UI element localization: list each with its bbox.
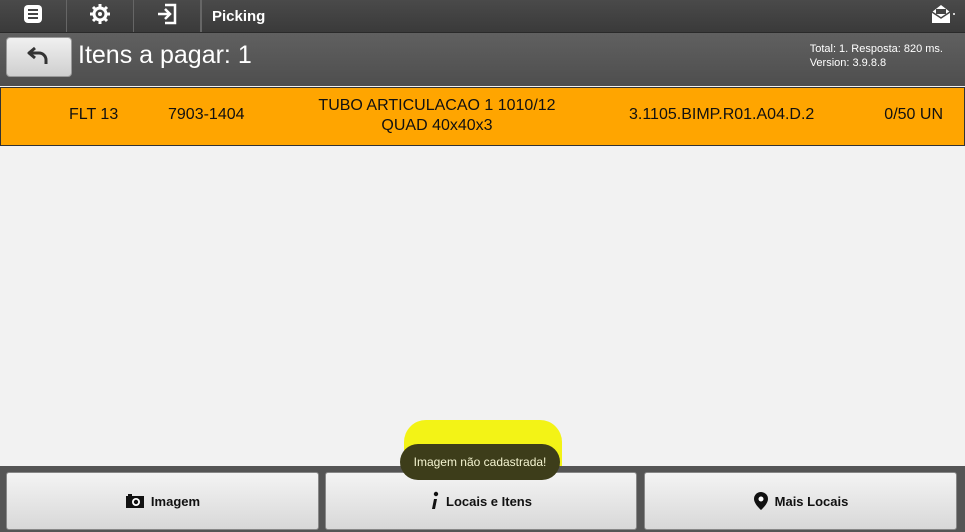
login-button[interactable] [134, 0, 201, 32]
login-icon [156, 3, 178, 30]
messages-button[interactable] [921, 0, 965, 32]
page-title: Itens a pagar: 1 [78, 41, 252, 69]
locals-items-button[interactable]: Locais e Itens [325, 472, 637, 530]
camera-icon [125, 493, 145, 509]
item-quantity: 0/50 UN [884, 106, 943, 123]
locals-items-label: Locais e Itens [446, 493, 532, 509]
item-location: 3.1105.BIMP.R01.A04.D.2 [629, 106, 815, 123]
toast-message: Imagem não cadastrada! [400, 444, 560, 480]
mail-icon [930, 3, 956, 30]
item-code: 7903-1404 [168, 106, 245, 123]
image-button[interactable]: Imagem [6, 472, 319, 530]
map-pin-icon [753, 491, 769, 511]
table-row[interactable]: FLT 13 7903-1404 TUBO ARTICULACAO 1 1010… [0, 87, 965, 146]
more-locals-label: Mais Locais [774, 493, 849, 509]
more-locals-button[interactable]: Mais Locais [644, 472, 957, 530]
image-button-label: Imagem [150, 493, 201, 509]
item-flt: FLT 13 [69, 106, 119, 123]
gear-icon [89, 3, 111, 30]
info-icon [430, 491, 440, 511]
menu-button[interactable] [0, 0, 67, 32]
list-icon [23, 4, 43, 29]
back-button[interactable] [6, 37, 72, 77]
stats-total: Total: 1. Resposta: 820 ms. [809, 43, 943, 55]
stats-version: Version: 3.9.8.8 [809, 57, 887, 69]
top-toolbar: Picking [0, 0, 965, 33]
response-stats: Total: 1. Resposta: 820 ms. Version: 3.9… [810, 42, 943, 70]
undo-arrow-icon [27, 44, 51, 71]
settings-button[interactable] [67, 0, 134, 32]
item-description: TUBO ARTICULACAO 1 1010/12 QUAD 40x40x3 [318, 97, 556, 134]
toolbar-title: Picking [201, 0, 265, 32]
page-header: Itens a pagar: 1 Total: 1. Resposta: 820… [0, 33, 965, 86]
